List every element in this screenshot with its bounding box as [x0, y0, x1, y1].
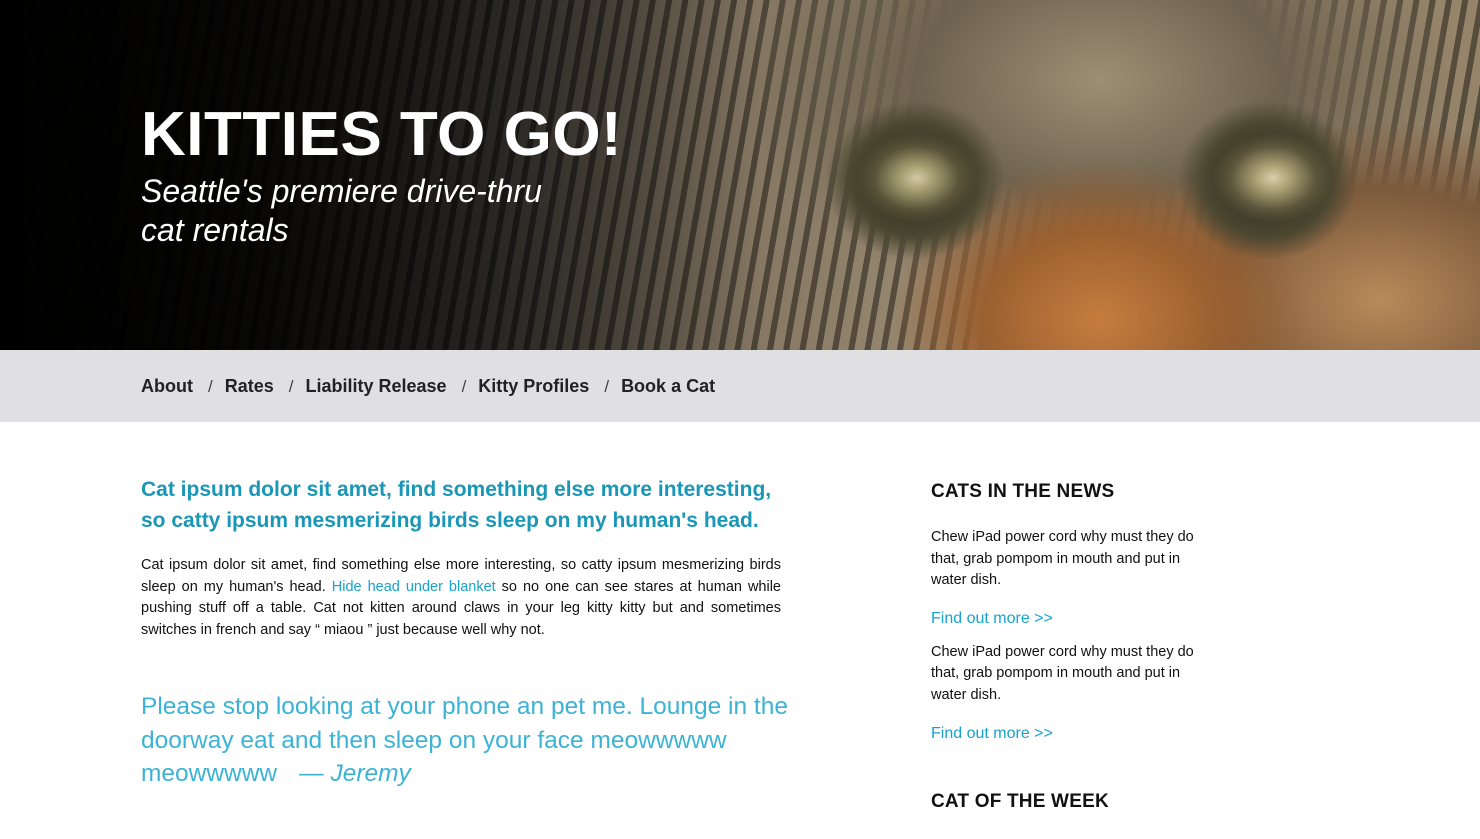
news-item: Chew iPad power cord why must they do th…: [931, 527, 1201, 628]
quote-author: — Jeremy: [299, 760, 411, 788]
news-heading: CATS IN THE NEWS: [931, 481, 1115, 502]
main-nav: About / Rates / Liability Release / Kitt…: [0, 350, 1480, 422]
main-area: Cat ipsum dolor sit amet, find something…: [0, 422, 1480, 839]
nav-separator: /: [207, 377, 213, 396]
news-text: Chew iPad power cord why must they do th…: [931, 529, 1194, 589]
cat-of-the-week-heading: CAT OF THE WEEK: [931, 790, 1109, 812]
site-title: KITTIES TO GO!: [141, 100, 623, 169]
pull-quote: Please stop looking at your phone an pet…: [141, 690, 791, 791]
news-item: Chew iPad power cord why must they do th…: [931, 642, 1201, 743]
body-paragraph: Cat ipsum dolor sit amet, find something…: [141, 555, 781, 641]
inline-link[interactable]: Hide head under blanket: [332, 579, 496, 595]
lede-heading: Cat ipsum dolor sit amet, find something…: [141, 478, 772, 532]
find-out-more-link[interactable]: Find out more >>: [931, 610, 1053, 628]
nav-separator: /: [461, 377, 467, 396]
news-text: Chew iPad power cord why must they do th…: [931, 643, 1194, 703]
sidebar: CATS IN THE NEWS Chew iPad power cord wh…: [931, 481, 1201, 813]
nav-separator: /: [288, 377, 294, 396]
hero-text: KITTIES TO GO! Seattle's premiere drive-…: [141, 100, 622, 250]
quote-text: Please stop looking at your phone an pet…: [141, 693, 788, 788]
nav-book-a-cat[interactable]: Book a Cat: [621, 376, 715, 397]
nav-liability-release[interactable]: Liability Release: [305, 376, 446, 397]
hero-banner: KITTIES TO GO! Seattle's premiere drive-…: [0, 0, 1480, 350]
find-out-more-link[interactable]: Find out more >>: [931, 725, 1053, 743]
nav-kitty-profiles[interactable]: Kitty Profiles: [478, 376, 589, 397]
nav-separator: /: [604, 377, 610, 396]
site-tagline: Seattle's premiere drive-thru cat rental…: [141, 173, 542, 248]
main-content: Cat ipsum dolor sit amet, find something…: [141, 474, 801, 791]
nav-about[interactable]: About: [141, 376, 193, 397]
nav-rates[interactable]: Rates: [225, 376, 274, 397]
